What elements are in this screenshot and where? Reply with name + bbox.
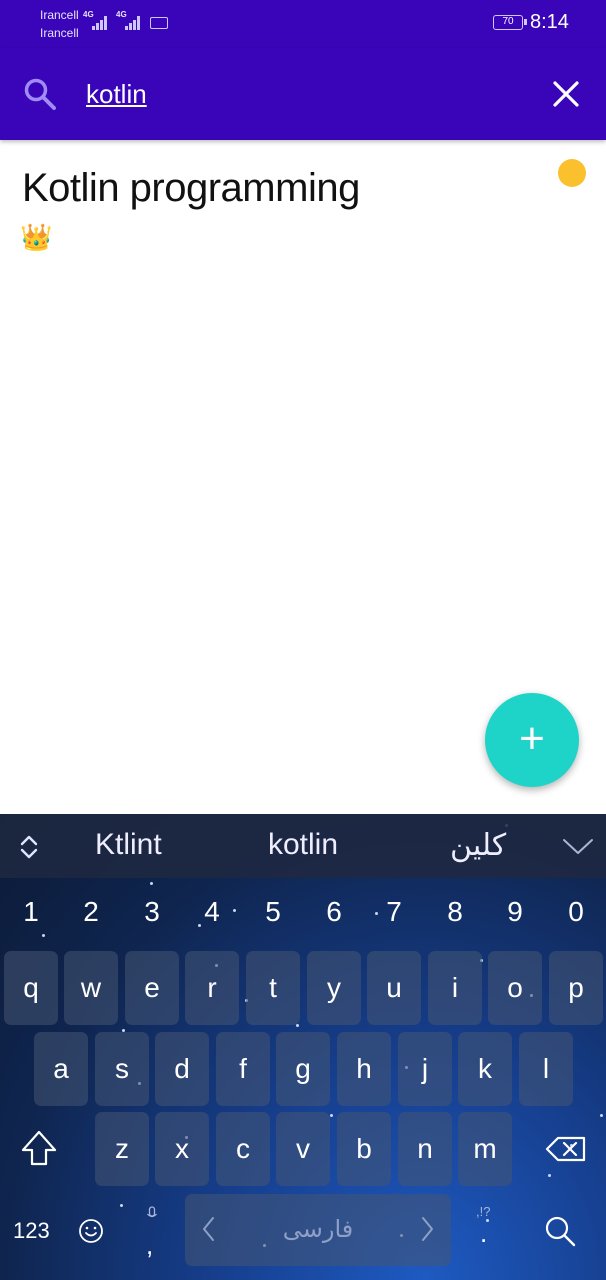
status-bar: Irancell Irancell 4G 4G 70 8:14	[0, 0, 606, 48]
key-m[interactable]: m	[458, 1112, 512, 1186]
microphone-icon[interactable]	[146, 1206, 158, 1222]
key-s[interactable]: s	[95, 1032, 149, 1106]
punctuation-hint: ,!?	[476, 1204, 491, 1219]
note-title: Kotlin programming	[22, 166, 360, 210]
key-q[interactable]: q	[4, 951, 58, 1025]
key-5[interactable]: 5	[253, 896, 293, 928]
crown-emoji-icon: 👑	[20, 222, 53, 252]
key-g[interactable]: g	[276, 1032, 330, 1106]
chevron-right-icon	[422, 1217, 433, 1241]
signal-icon-1	[92, 14, 110, 30]
key-9[interactable]: 9	[495, 896, 535, 928]
key-o[interactable]: o	[488, 951, 542, 1025]
note-color-dot	[558, 159, 586, 187]
key-d[interactable]: d	[155, 1032, 209, 1106]
key-b[interactable]: b	[337, 1112, 391, 1186]
suggestion-2[interactable]: kotlin	[268, 828, 338, 862]
key-h[interactable]: h	[337, 1032, 391, 1106]
soft-keyboard: Ktlint kotlin کلین 1 2 3 4 5 6 7 8 9 0 q…	[0, 814, 606, 1280]
plus-icon: +	[519, 714, 545, 763]
close-icon[interactable]	[548, 76, 584, 112]
key-n[interactable]: n	[398, 1112, 452, 1186]
key-1[interactable]: 1	[11, 896, 51, 928]
emoji-icon[interactable]	[78, 1218, 104, 1244]
carrier-names: Irancell Irancell	[40, 6, 79, 42]
chevron-down-icon[interactable]	[560, 832, 596, 860]
key-c[interactable]: c	[216, 1112, 270, 1186]
search-icon	[24, 78, 56, 110]
shift-icon[interactable]	[9, 1112, 69, 1186]
battery-icon: 70	[493, 15, 527, 30]
comma-key[interactable]: ,	[146, 1230, 153, 1261]
carrier-1: Irancell	[40, 8, 79, 22]
key-r[interactable]: r	[185, 951, 239, 1025]
key-k[interactable]: k	[458, 1032, 512, 1106]
search-app-bar	[0, 48, 606, 140]
period-key[interactable]: .	[480, 1218, 487, 1249]
key-e[interactable]: e	[125, 951, 179, 1025]
note-card[interactable]: Kotlin programming 👑	[0, 140, 606, 270]
key-4[interactable]: 4	[192, 896, 232, 928]
key-x[interactable]: x	[155, 1112, 209, 1186]
key-l[interactable]: l	[519, 1032, 573, 1106]
key-w[interactable]: w	[64, 951, 118, 1025]
chevron-left-icon	[203, 1217, 214, 1241]
space-bar[interactable]: فارسی	[185, 1194, 451, 1266]
keyboard-icon	[150, 17, 168, 29]
key-p[interactable]: p	[549, 951, 603, 1025]
signal-icon-2	[125, 14, 143, 30]
key-j[interactable]: j	[398, 1032, 452, 1106]
key-y[interactable]: y	[307, 951, 361, 1025]
key-2[interactable]: 2	[71, 896, 111, 928]
key-a[interactable]: a	[34, 1032, 88, 1106]
key-0[interactable]: 0	[556, 896, 596, 928]
key-i[interactable]: i	[428, 951, 482, 1025]
key-f[interactable]: f	[216, 1032, 270, 1106]
key-z[interactable]: z	[95, 1112, 149, 1186]
add-note-button[interactable]: +	[485, 693, 579, 787]
clock: 8:14	[530, 11, 569, 33]
backspace-icon[interactable]	[536, 1112, 596, 1186]
key-t[interactable]: t	[246, 951, 300, 1025]
space-language-label: فارسی	[282, 1215, 354, 1243]
key-7[interactable]: 7	[374, 896, 414, 928]
carrier-2: Irancell	[40, 26, 79, 40]
suggestion-bar: Ktlint kotlin کلین	[0, 814, 606, 878]
suggestion-1[interactable]: Ktlint	[95, 828, 162, 862]
key-u[interactable]: u	[367, 951, 421, 1025]
key-6[interactable]: 6	[314, 896, 354, 928]
expand-toggle-icon[interactable]	[12, 830, 46, 864]
key-3[interactable]: 3	[132, 896, 172, 928]
key-v[interactable]: v	[276, 1112, 330, 1186]
key-8[interactable]: 8	[435, 896, 475, 928]
search-input[interactable]	[86, 76, 506, 112]
search-key-icon[interactable]	[543, 1214, 577, 1248]
suggestion-3[interactable]: کلین	[450, 828, 506, 863]
numbers-key[interactable]: 123	[13, 1218, 50, 1244]
